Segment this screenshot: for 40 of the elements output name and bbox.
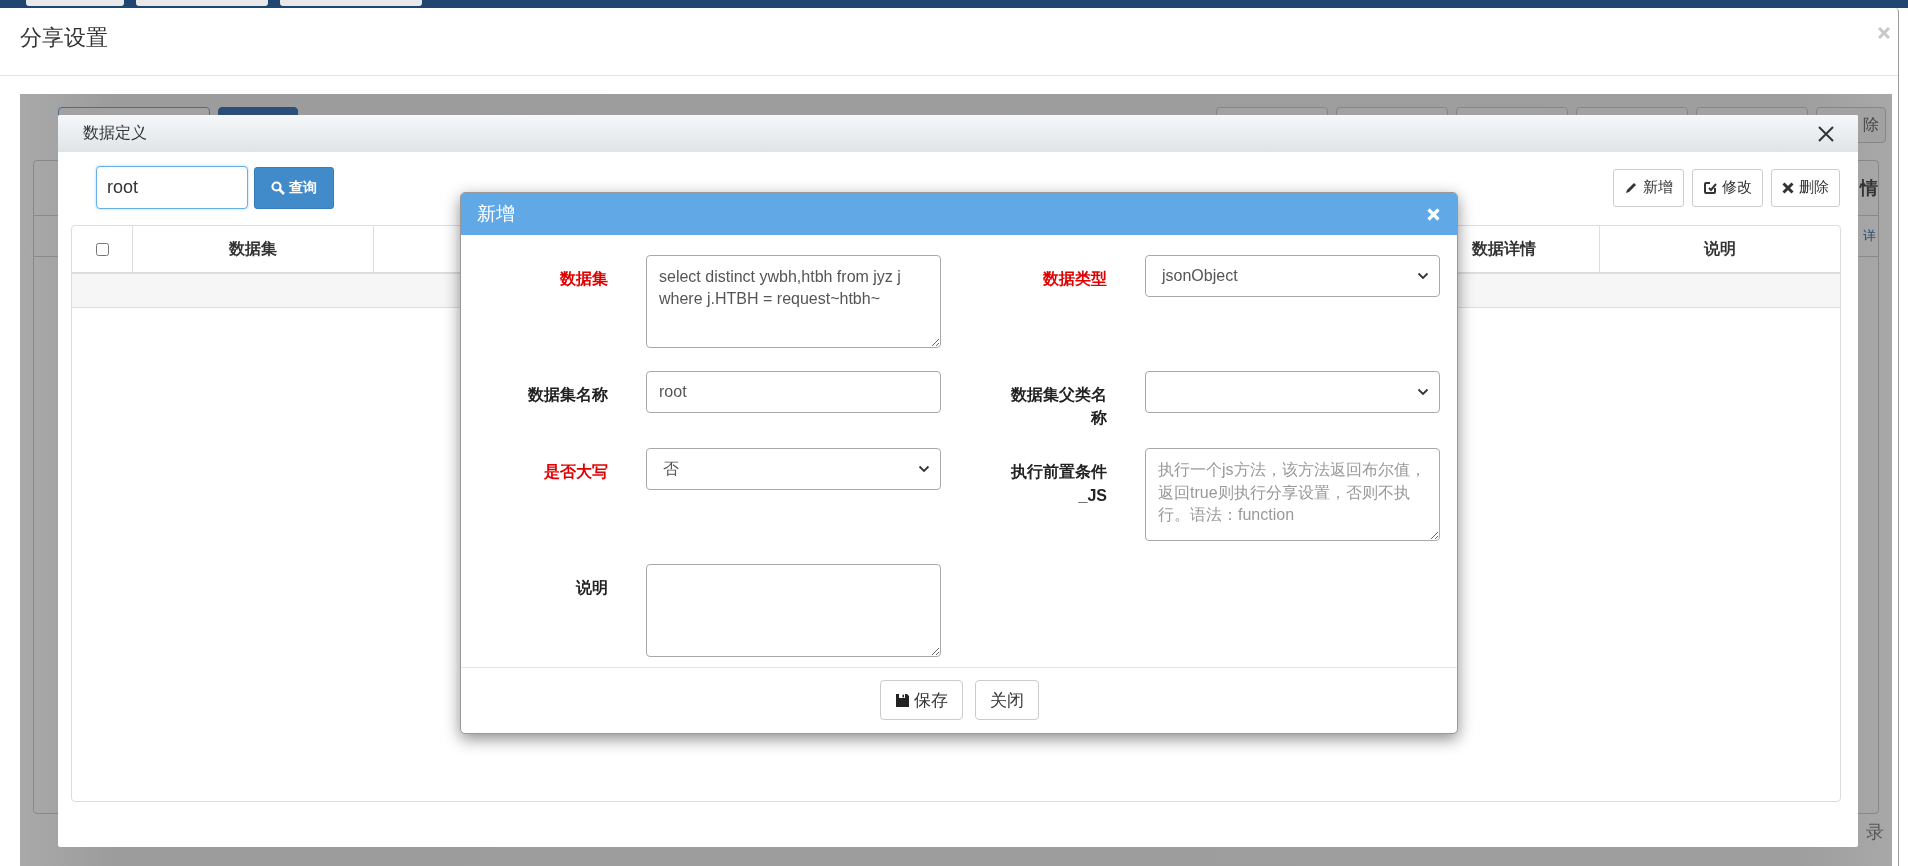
- column-header: 情: [1860, 177, 1878, 200]
- add-button[interactable]: 新增: [1613, 168, 1684, 207]
- dropdown[interactable]: 否: [646, 448, 941, 491]
- save-button[interactable]: 保存: [879, 680, 963, 720]
- close-icon[interactable]: [1818, 125, 1834, 142]
- text-area[interactable]: 执行一个js方法，该方法返回布尔值，返回true则执行分享设置，否则不执行。语法：function: [1145, 448, 1440, 542]
- close-button[interactable]: 关闭: [974, 680, 1039, 720]
- field-label: 说明: [576, 578, 608, 599]
- chevron-icon: [1417, 272, 1429, 280]
- delete-button[interactable]: 删除: [1771, 168, 1840, 207]
- field-label: 数据集名称: [528, 385, 608, 405]
- text-area[interactable]: [646, 564, 941, 658]
- field-label: 执行前置条件_JS: [1009, 462, 1107, 506]
- input-field[interactable]: root: [646, 371, 941, 413]
- column-header: 说明: [1704, 238, 1736, 259]
- text-area[interactable]: select distinct ywbh,htbh from jyz j where j.HTBH = request~htbh~: [646, 255, 941, 348]
- field-label: 数据类型: [1043, 269, 1107, 289]
- detail-link[interactable]: 详: [1863, 227, 1876, 245]
- field-label: 数据集父类名称: [1010, 385, 1107, 429]
- dropdown[interactable]: jsonObject: [1145, 255, 1440, 297]
- search-button[interactable]: 查询: [254, 166, 334, 209]
- chevron-icon: [1417, 388, 1429, 396]
- column-header: 数据集: [229, 238, 277, 259]
- select-all-checkbox[interactable]: [96, 242, 109, 256]
- field-label: 是否大写: [544, 462, 608, 483]
- floppy-icon: [894, 692, 910, 708]
- search-field[interactable]: root: [96, 166, 248, 209]
- page-footer-text: 录: [1866, 821, 1884, 844]
- dialog-title: 新增: [477, 202, 515, 226]
- edit-icon: [1703, 180, 1717, 195]
- search-icon: [271, 180, 285, 195]
- column-header: 数据详情: [1472, 238, 1536, 259]
- field-label: 数据集: [560, 269, 608, 289]
- dialog-title: 数据定义: [83, 123, 147, 143]
- dialog-title: 分享设置: [20, 23, 108, 52]
- edit-button[interactable]: 修改: [1692, 168, 1763, 207]
- pencil-icon: [1624, 180, 1638, 195]
- chevron-icon: [918, 465, 930, 474]
- cross-icon: [1782, 181, 1794, 194]
- dropdown[interactable]: [1145, 371, 1440, 413]
